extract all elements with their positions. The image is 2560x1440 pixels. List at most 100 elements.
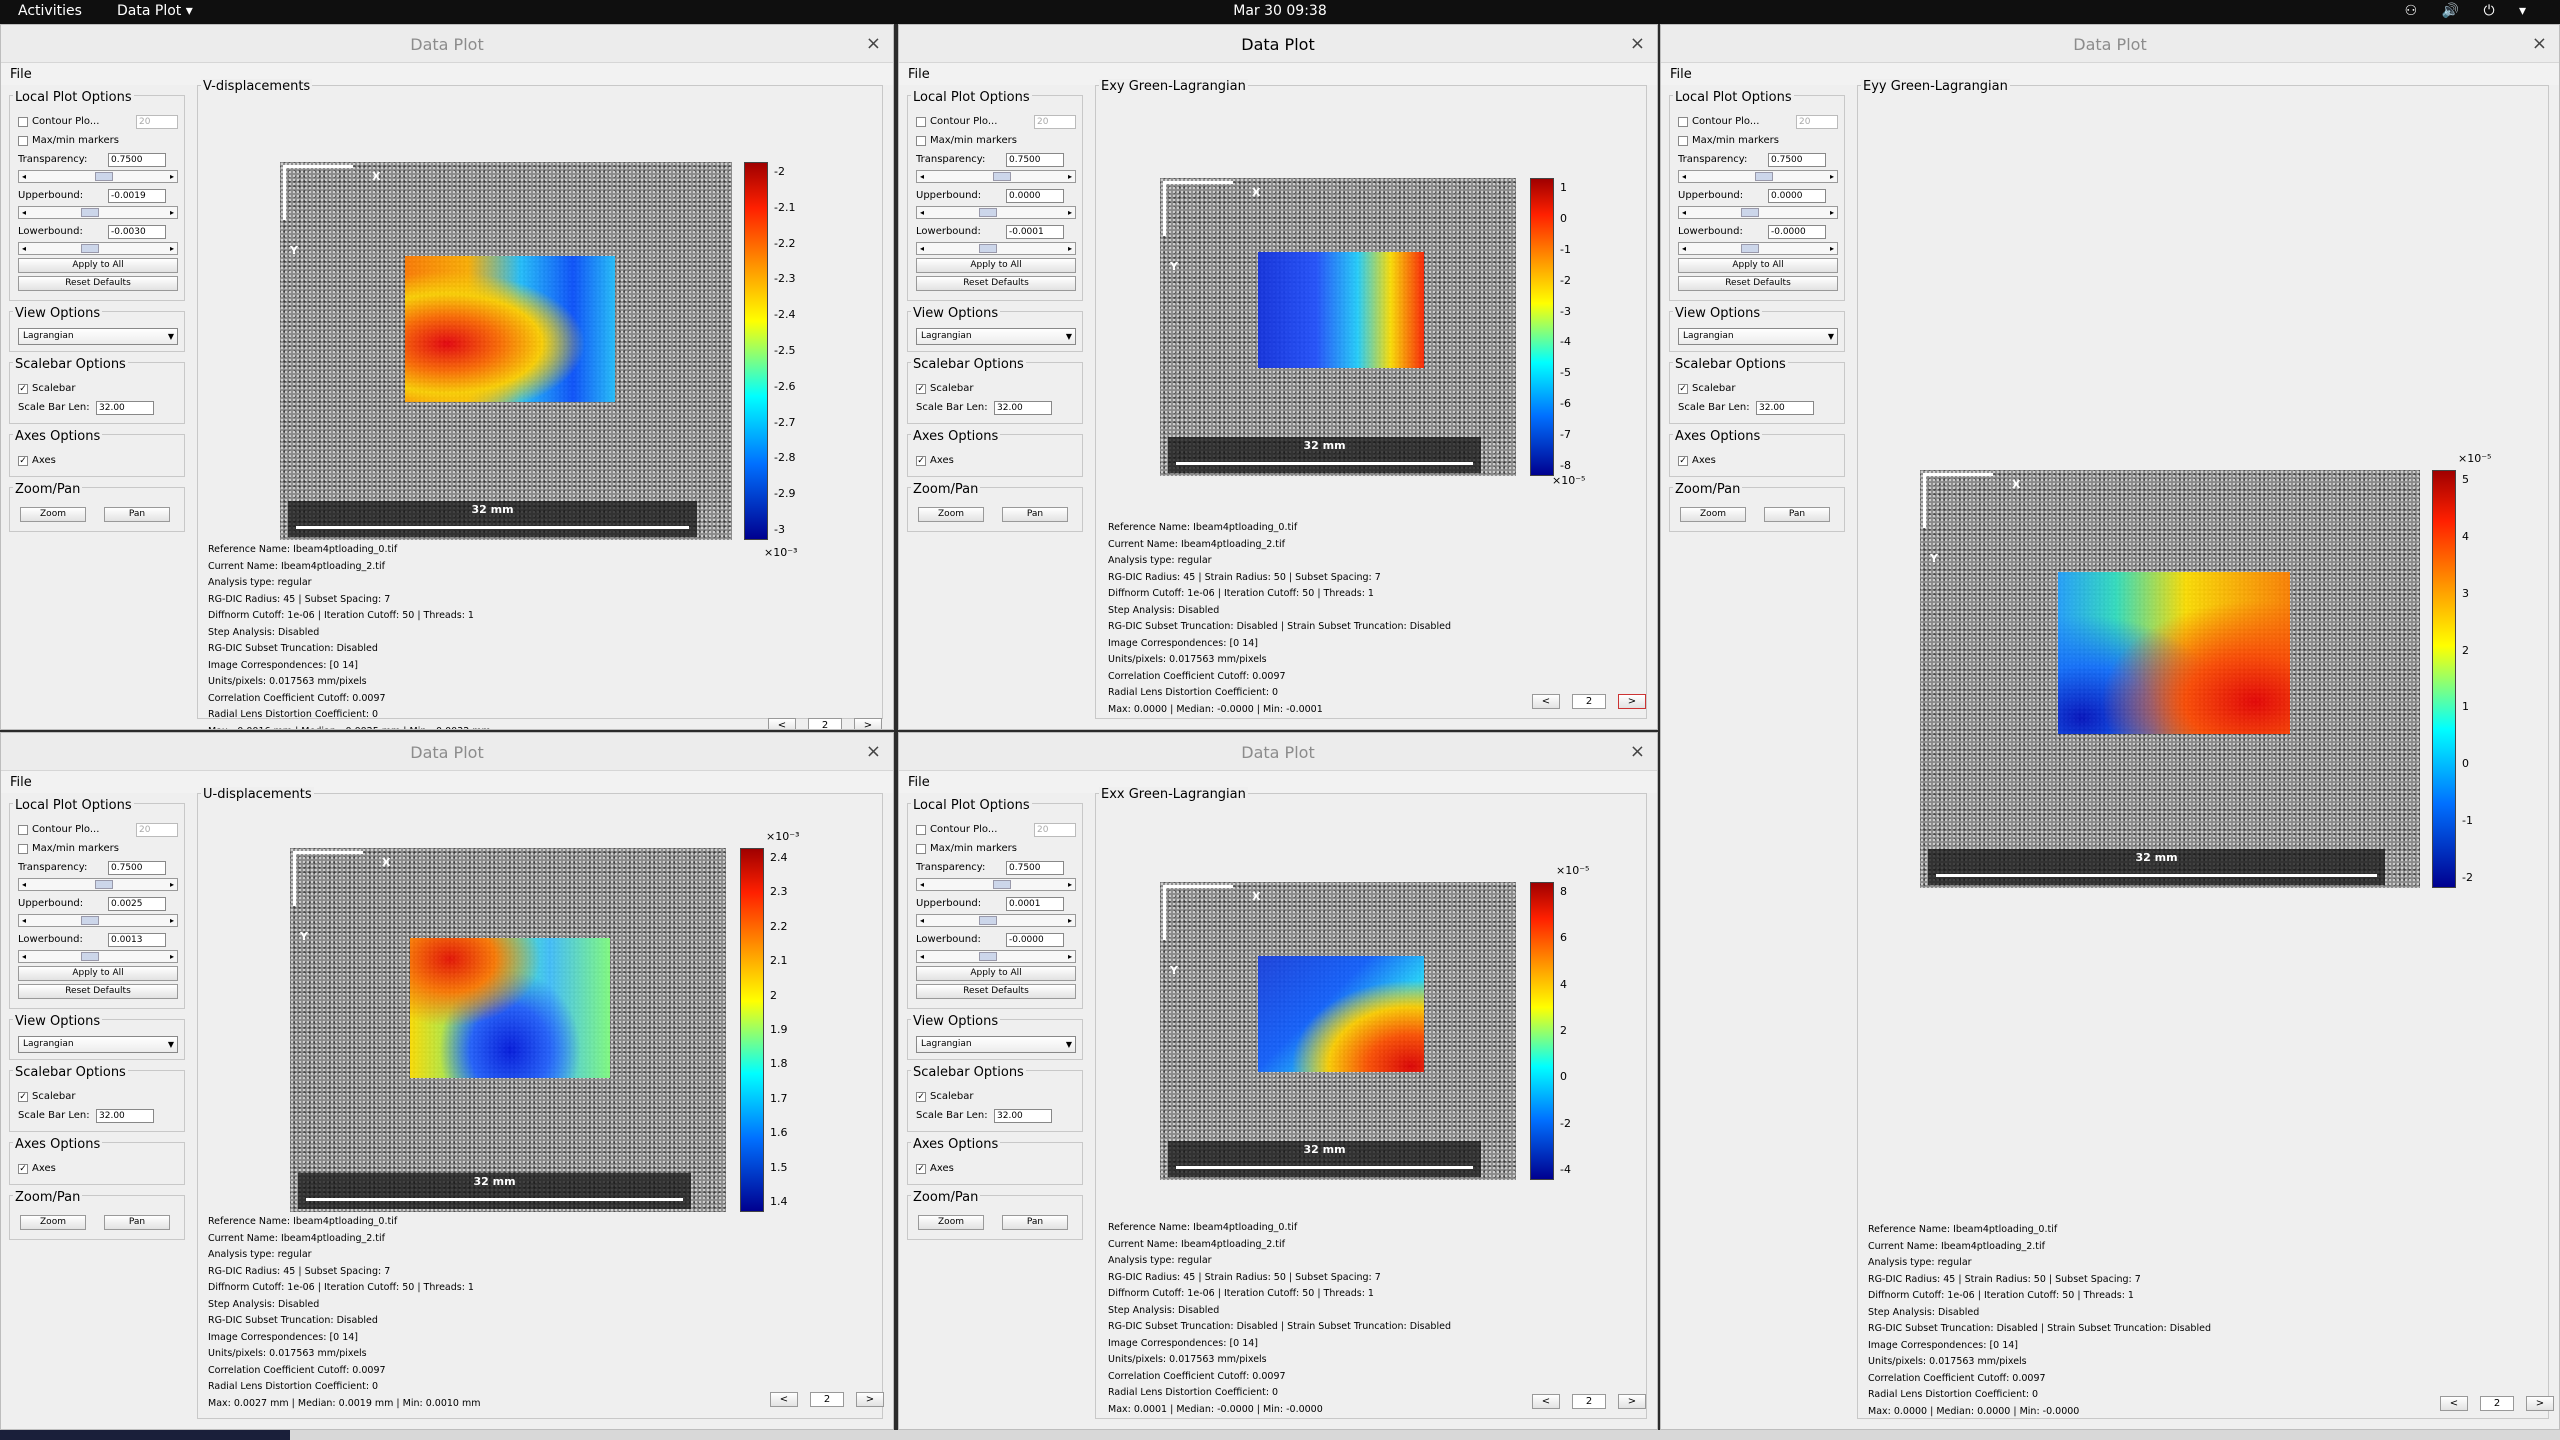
transparency-field[interactable]: 0.7500 [108,152,166,167]
file-menu[interactable]: File [10,775,32,790]
transparency-field[interactable]: 0.7500 [1768,152,1826,167]
upperbound-field[interactable]: 0.0001 [1006,896,1064,911]
contour-field[interactable]: 20 [1796,114,1838,129]
upperbound-field[interactable]: 0.0025 [108,896,166,911]
slider-left-arrow[interactable]: ◂ [19,951,29,962]
slider-right-arrow[interactable]: ▸ [1827,243,1837,254]
slider-right-arrow[interactable]: ▸ [1065,951,1075,962]
slider-left-arrow[interactable]: ◂ [917,207,927,218]
apply-to-all-button[interactable]: Apply to All [18,258,178,273]
reset-defaults-button[interactable]: Reset Defaults [916,984,1076,999]
lowerbound-slider[interactable]: ◂ ▸ [18,242,178,255]
next-frame-button[interactable]: > [1618,1394,1646,1409]
maxmin-checkbox[interactable] [18,135,28,146]
clock[interactable]: Mar 30 09:38 [0,3,2560,19]
prev-frame-button[interactable]: < [1532,694,1560,709]
slider-thumb[interactable] [1755,172,1773,181]
apply-to-all-button[interactable]: Apply to All [916,966,1076,981]
axes-checkbox[interactable]: ✓ [18,455,28,466]
slider-left-arrow[interactable]: ◂ [19,879,29,890]
axes-checkbox[interactable]: ✓ [916,1163,926,1174]
title-bar[interactable]: Data Plot × [1661,25,2559,63]
pan-button[interactable]: Pan [1002,507,1068,522]
scalebar-checkbox[interactable]: ✓ [916,383,926,394]
lowerbound-field[interactable]: -0.0000 [1006,932,1064,947]
transparency-slider[interactable]: ◂ ▸ [18,878,178,891]
slider-left-arrow[interactable]: ◂ [917,243,927,254]
close-icon[interactable]: × [2532,33,2547,54]
scalebar-len-field[interactable]: 32.00 [1756,400,1814,415]
slider-thumb[interactable] [979,208,997,217]
slider-left-arrow[interactable]: ◂ [19,207,29,218]
scalebar-checkbox[interactable]: ✓ [18,1091,28,1102]
reset-defaults-button[interactable]: Reset Defaults [18,984,178,999]
contour-field[interactable]: 20 [1034,114,1076,129]
slider-thumb[interactable] [81,952,99,961]
contour-checkbox[interactable] [916,824,926,835]
slider-left-arrow[interactable]: ◂ [1679,243,1689,254]
contour-checkbox[interactable] [18,824,28,835]
view-select[interactable]: Lagrangian [1678,328,1838,345]
scalebar-len-field[interactable]: 32.00 [994,1108,1052,1123]
view-select[interactable]: Lagrangian [18,1036,178,1053]
slider-thumb[interactable] [95,880,113,889]
lowerbound-field[interactable]: -0.0000 [1768,224,1826,239]
lowerbound-field[interactable]: -0.0001 [1006,224,1064,239]
transparency-slider[interactable]: ◂ ▸ [18,170,178,183]
scalebar-len-field[interactable]: 32.00 [96,1108,154,1123]
speckle-image[interactable]: X Y 32 mm [280,162,732,540]
contour-field[interactable]: 20 [1034,822,1076,837]
next-frame-button[interactable]: > [856,1392,884,1407]
slider-thumb[interactable] [81,916,99,925]
frame-number-field[interactable]: 2 [1572,1394,1606,1409]
slider-right-arrow[interactable]: ▸ [167,243,177,254]
reset-defaults-button[interactable]: Reset Defaults [18,276,178,291]
title-bar[interactable]: Data Plot × [1,25,893,63]
contour-field[interactable]: 20 [136,822,178,837]
lowerbound-slider[interactable]: ◂ ▸ [916,242,1076,255]
next-frame-button[interactable]: > [854,718,882,729]
contour-checkbox[interactable] [916,116,926,127]
speckle-image[interactable]: X Y 32 mm [1920,470,2420,888]
pan-button[interactable]: Pan [1002,1215,1068,1230]
upperbound-field[interactable]: 0.0000 [1006,188,1064,203]
slider-thumb[interactable] [993,172,1011,181]
zoom-button[interactable]: Zoom [20,507,86,522]
upperbound-field[interactable]: -0.0019 [108,188,166,203]
title-bar[interactable]: Data Plot × [1,733,893,771]
slider-thumb[interactable] [979,916,997,925]
slider-left-arrow[interactable]: ◂ [19,171,29,182]
view-select[interactable]: Lagrangian [916,328,1076,345]
speckle-image[interactable]: X Y 32 mm [1160,882,1516,1180]
slider-right-arrow[interactable]: ▸ [167,207,177,218]
apply-to-all-button[interactable]: Apply to All [18,966,178,981]
slider-thumb[interactable] [979,244,997,253]
file-menu[interactable]: File [908,775,930,790]
slider-thumb[interactable] [993,880,1011,889]
pan-button[interactable]: Pan [104,507,170,522]
slider-right-arrow[interactable]: ▸ [1065,915,1075,926]
maxmin-checkbox[interactable] [916,843,926,854]
slider-left-arrow[interactable]: ◂ [917,915,927,926]
lowerbound-slider[interactable]: ◂ ▸ [1678,242,1838,255]
lowerbound-field[interactable]: 0.0013 [108,932,166,947]
maxmin-checkbox[interactable] [1678,135,1688,146]
transparency-field[interactable]: 0.7500 [1006,152,1064,167]
slider-right-arrow[interactable]: ▸ [167,171,177,182]
file-menu[interactable]: File [10,67,32,82]
title-bar[interactable]: Data Plot × [899,25,1657,63]
transparency-slider[interactable]: ◂ ▸ [916,878,1076,891]
slider-left-arrow[interactable]: ◂ [917,171,927,182]
slider-right-arrow[interactable]: ▸ [1065,171,1075,182]
slider-left-arrow[interactable]: ◂ [1679,171,1689,182]
axes-checkbox[interactable]: ✓ [18,1163,28,1174]
scalebar-len-field[interactable]: 32.00 [96,400,154,415]
apply-to-all-button[interactable]: Apply to All [1678,258,1838,273]
maxmin-checkbox[interactable] [916,135,926,146]
prev-frame-button[interactable]: < [768,718,796,729]
contour-checkbox[interactable] [18,116,28,127]
scalebar-checkbox[interactable]: ✓ [1678,383,1688,394]
maxmin-checkbox[interactable] [18,843,28,854]
lowerbound-slider[interactable]: ◂ ▸ [18,950,178,963]
transparency-field[interactable]: 0.7500 [108,860,166,875]
